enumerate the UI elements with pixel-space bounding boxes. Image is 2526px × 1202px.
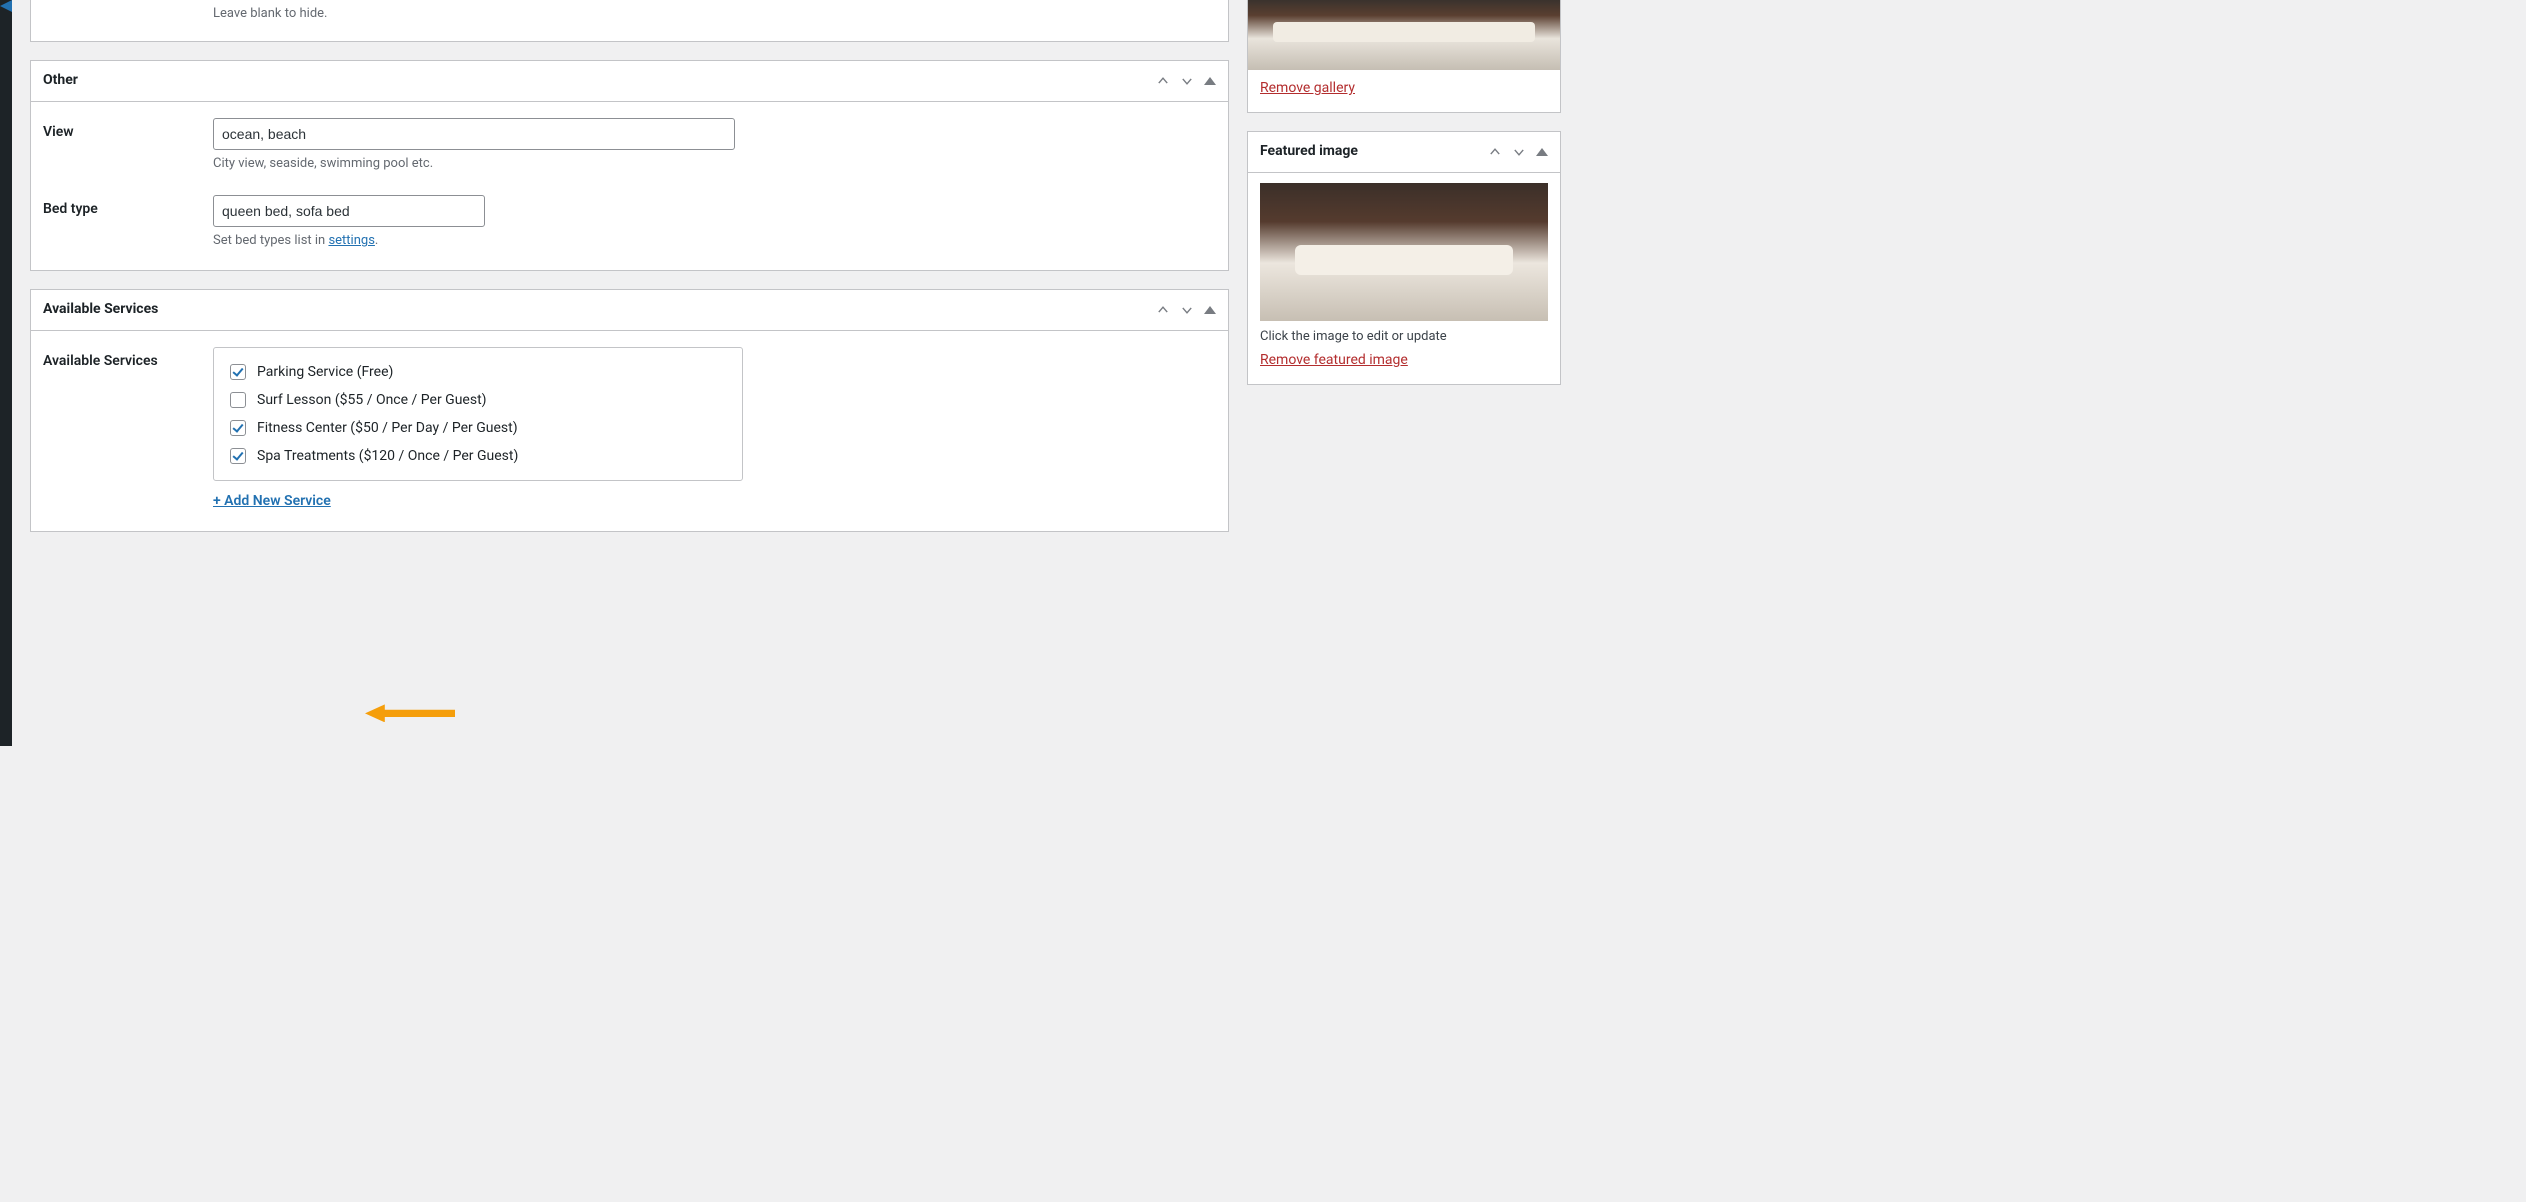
service-checkbox[interactable] (230, 364, 246, 380)
other-panel-header: Other (31, 61, 1228, 102)
move-up-button[interactable] (1156, 74, 1170, 88)
service-checkbox[interactable] (230, 392, 246, 408)
service-row[interactable]: Surf Lesson ($55 / Once / Per Guest) (226, 386, 730, 414)
view-label: View (43, 118, 213, 171)
admin-sidebar-collapsed[interactable] (0, 0, 12, 746)
top-help-text: Leave blank to hide. (201, 0, 1228, 41)
featured-image-caption: Click the image to edit or update (1260, 329, 1548, 344)
bed-type-label: Bed type (43, 195, 213, 248)
featured-image-header: Featured image (1248, 132, 1560, 173)
gallery-thumbnail[interactable] (1248, 0, 1560, 70)
add-new-service-link[interactable]: + Add New Service (213, 493, 331, 509)
move-down-button[interactable] (1180, 303, 1194, 317)
services-list: Parking Service (Free) Surf Lesson ($55 /… (213, 347, 743, 481)
service-row[interactable]: Spa Treatments ($120 / Once / Per Guest) (226, 442, 730, 470)
remove-gallery-link[interactable]: Remove gallery (1260, 80, 1355, 96)
service-checkbox[interactable] (230, 420, 246, 436)
bed-help-pre: Set bed types list in (213, 233, 328, 248)
annotation-arrow-icon (365, 704, 455, 722)
toggle-panel-icon[interactable] (1204, 77, 1216, 85)
services-label: Available Services (43, 347, 213, 509)
service-label: Spa Treatments ($120 / Once / Per Guest) (257, 448, 518, 464)
move-down-button[interactable] (1180, 74, 1194, 88)
collapse-arrow-icon (0, 0, 12, 12)
view-input[interactable] (213, 118, 735, 150)
service-label: Parking Service (Free) (257, 364, 393, 380)
bed-help-post: . (375, 233, 378, 248)
service-checkbox[interactable] (230, 448, 246, 464)
featured-image-thumbnail[interactable] (1260, 183, 1548, 321)
services-panel-title: Available Services (43, 300, 158, 320)
other-panel: Other View City view, seaside, swimming … (30, 60, 1229, 271)
move-up-button[interactable] (1156, 303, 1170, 317)
remove-featured-image-link[interactable]: Remove featured image (1260, 352, 1408, 368)
view-help: City view, seaside, swimming pool etc. (213, 156, 1216, 171)
service-label: Surf Lesson ($55 / Once / Per Guest) (257, 392, 487, 408)
services-panel: Available Services Available Services Pa… (30, 289, 1229, 532)
settings-link[interactable]: settings (328, 233, 374, 248)
service-row[interactable]: Fitness Center ($50 / Per Day / Per Gues… (226, 414, 730, 442)
toggle-panel-icon[interactable] (1204, 306, 1216, 314)
top-cut-panel: Leave blank to hide. (30, 0, 1229, 42)
services-panel-header: Available Services (31, 290, 1228, 331)
service-label: Fitness Center ($50 / Per Day / Per Gues… (257, 420, 518, 436)
bed-type-input[interactable] (213, 195, 485, 227)
move-down-button[interactable] (1512, 145, 1526, 159)
gallery-panel: Remove gallery (1247, 0, 1561, 113)
toggle-panel-icon[interactable] (1536, 148, 1548, 156)
other-panel-title: Other (43, 71, 78, 91)
service-row[interactable]: Parking Service (Free) (226, 358, 730, 386)
bed-type-help: Set bed types list in settings. (213, 233, 1216, 248)
move-up-button[interactable] (1488, 145, 1502, 159)
featured-image-panel: Featured image Click the image to edit o… (1247, 131, 1561, 385)
featured-image-title: Featured image (1260, 142, 1358, 162)
